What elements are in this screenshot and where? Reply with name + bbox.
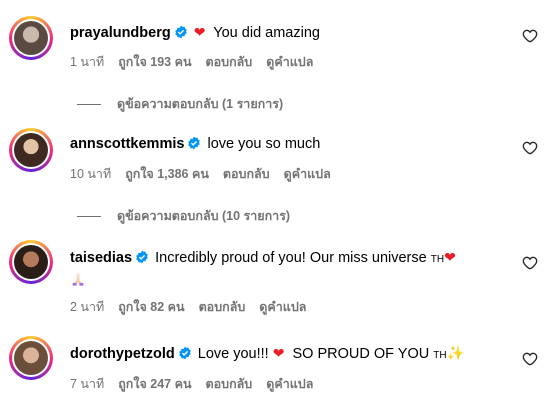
comment-text-line: prayalundberg ❤ You did amazing: [70, 22, 510, 43]
reply-button[interactable]: ตอบกลับ: [199, 300, 246, 314]
comment-text-line: taisedias Incredibly proud of you! Our m…: [70, 247, 510, 290]
comment-time[interactable]: 10 นาที: [70, 167, 111, 181]
comment-meta: 7 นาที ถูกใจ 247 คน ตอบกลับ ดูคำแปล: [70, 374, 327, 394]
comment-text: Incredibly proud of you! Our miss univer…: [155, 250, 427, 266]
comment-text: Love you!!!: [197, 346, 269, 362]
avatar[interactable]: [9, 240, 53, 284]
verified-badge-icon: [188, 136, 201, 150]
translate-button[interactable]: ดูคำแปล: [284, 167, 331, 181]
divider: [77, 104, 101, 106]
translate-button[interactable]: ดูคำแปล: [259, 300, 306, 314]
comment-username[interactable]: annscottkemmis: [70, 136, 184, 152]
heart-outline-icon[interactable]: [522, 140, 538, 156]
avatar[interactable]: [9, 16, 53, 60]
heart-outline-icon[interactable]: [522, 351, 538, 367]
comment-text-2: SO PROUD OF YOU: [292, 346, 430, 362]
view-replies-button[interactable]: ดูข้อความตอบกลับ (10 รายการ): [77, 206, 290, 226]
comment-username[interactable]: prayalundberg: [70, 25, 171, 41]
reply-button[interactable]: ตอบกลับ: [206, 55, 253, 69]
verified-badge-icon: [178, 346, 191, 360]
translate-button[interactable]: ดูคำแปล: [266, 55, 313, 69]
view-replies-button[interactable]: ดูข้อความตอบกลับ (1 รายการ): [77, 94, 283, 114]
heart-outline-icon[interactable]: [522, 255, 538, 271]
flag-th-label: TH: [430, 254, 445, 265]
likes-count[interactable]: ถูกใจ 82 คน: [118, 300, 184, 314]
comment-meta: 1 นาที ถูกใจ 193 คน ตอบกลับ ดูคำแปล: [70, 52, 327, 72]
sparkles-emoji: ✨: [446, 346, 465, 362]
flag-th-label: TH: [433, 350, 447, 361]
likes-count[interactable]: ถูกใจ 1,386 คน: [125, 167, 209, 181]
comment-username[interactable]: dorothypetzold: [70, 346, 175, 362]
avatar[interactable]: [9, 336, 53, 380]
view-replies-label: ดูข้อความตอบกลับ (10 รายการ): [117, 209, 291, 223]
comment-text-line: dorothypetzold Love you!!! ❤ SO PROUD OF…: [70, 343, 510, 366]
red-heart-emoji: ❤: [272, 345, 285, 361]
praying-hands-emoji: [72, 273, 84, 286]
divider: [77, 216, 101, 218]
comment-meta: 2 นาที ถูกใจ 82 คน ตอบกลับ ดูคำแปล: [70, 297, 320, 317]
verified-badge-icon: [174, 25, 187, 39]
reply-button[interactable]: ตอบกลับ: [223, 167, 270, 181]
reply-button[interactable]: ตอบกลับ: [206, 377, 253, 391]
comment-time[interactable]: 7 นาที: [70, 377, 104, 391]
comment-time[interactable]: 2 นาที: [70, 300, 104, 314]
avatar[interactable]: [9, 128, 53, 172]
likes-count[interactable]: ถูกใจ 247 คน: [118, 377, 191, 391]
comment-username[interactable]: taisedias: [70, 250, 132, 266]
red-heart-emoji: ❤: [444, 249, 456, 265]
comment-time[interactable]: 1 นาที: [70, 55, 104, 69]
red-heart-emoji: ❤: [193, 24, 206, 40]
comment-meta: 10 นาที ถูกใจ 1,386 คน ตอบกลับ ดูคำแปล: [70, 164, 345, 184]
comment-text: You did amazing: [213, 25, 320, 41]
translate-button[interactable]: ดูคำแปล: [266, 377, 313, 391]
heart-outline-icon[interactable]: [522, 28, 538, 44]
verified-badge-icon: [136, 250, 148, 264]
comment-text: love you so much: [207, 136, 321, 152]
likes-count[interactable]: ถูกใจ 193 คน: [118, 55, 191, 69]
view-replies-label: ดูข้อความตอบกลับ (1 รายการ): [117, 97, 284, 111]
comment-text-line: annscottkemmis love you so much: [70, 134, 510, 154]
